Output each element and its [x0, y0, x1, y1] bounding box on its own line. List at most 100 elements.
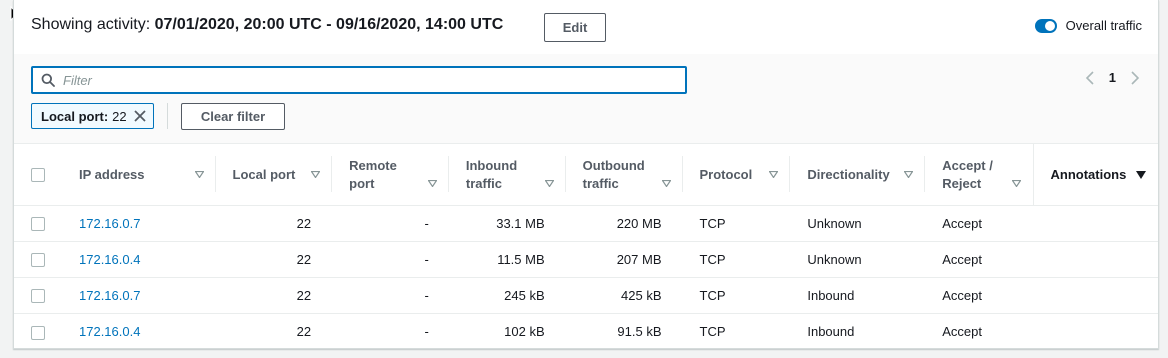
current-page-number[interactable]: 1 [1109, 70, 1116, 85]
column-header-ip[interactable]: IP address [62, 144, 216, 206]
column-label: Accept / Reject [942, 157, 993, 191]
column-header-outbound[interactable]: Outbound traffic [565, 144, 683, 206]
ip-link[interactable]: 172.16.0.7 [79, 288, 140, 303]
ip-link[interactable]: 172.16.0.4 [79, 252, 140, 267]
column-header-remote-port[interactable]: Remote port [332, 144, 449, 206]
activity-prefix: Showing activity: [31, 16, 155, 33]
ip-cell: 172.16.0.4 [62, 241, 216, 278]
protocol-cell: TCP [699, 324, 726, 340]
row-checkbox[interactable] [31, 289, 45, 304]
select-all-checkbox[interactable] [31, 168, 45, 183]
column-header-local-port[interactable]: Local port [215, 144, 333, 206]
token-key: Local port: [41, 108, 109, 124]
remote-port-cell: - [332, 277, 449, 314]
table-body: 172.16.0.7 22 - 33.1 MB 220 MB TCP Unkno… [14, 205, 1158, 350]
filter-input[interactable] [63, 72, 685, 88]
clear-filter-button[interactable]: Clear filter [181, 103, 285, 130]
local-port-cell: 22 [296, 324, 312, 340]
pagination: 1 [1085, 70, 1140, 85]
column-label: Annotations [1050, 166, 1127, 182]
activity-range-text: Showing activity: 07/01/2020, 20:00 UTC … [31, 16, 503, 34]
toggle-switch[interactable] [1034, 18, 1057, 33]
column-label: Local port [232, 166, 296, 182]
close-icon[interactable] [133, 109, 147, 123]
direction-cell: Inbound [807, 324, 855, 340]
activity-panel: Showing activity: 07/01/2020, 20:00 UTC … [13, 0, 1159, 349]
table-row: 172.16.0.4 22 - 102 kB 91.5 kB TCP Inbou… [14, 314, 1158, 350]
outbound-cell: 220 MB [565, 205, 683, 242]
table-header-row: IP address Local port Remote port Inboun… [14, 144, 1158, 206]
local-port-cell: 22 [215, 241, 333, 278]
inbound-cell: 102 kB [504, 324, 545, 340]
toggle-label: Overall traffic [1065, 18, 1142, 33]
row-checkbox[interactable] [31, 217, 45, 232]
direction-cell: Unknown [790, 205, 926, 242]
column-label: Inbound traffic [465, 157, 518, 191]
table-row: 172.16.0.7 22 - 245 kB 425 kB TCP Inboun… [14, 277, 1158, 314]
row-select-cell [14, 314, 62, 350]
accept-cell: Accept [925, 205, 1034, 242]
row-select-cell [14, 277, 62, 314]
toggle-knob [1044, 20, 1055, 31]
sort-icon [311, 171, 321, 178]
sort-icon [1011, 180, 1021, 187]
accept-cell: Accept [925, 241, 1034, 278]
column-label: Remote port [349, 157, 397, 191]
column-header-accept-reject[interactable]: Accept / Reject [925, 144, 1034, 206]
overall-traffic-toggle[interactable]: Overall traffic [1034, 18, 1142, 33]
edit-range-button[interactable]: Edit [544, 13, 606, 42]
protocol-cell: TCP [682, 277, 791, 314]
column-header-annotations[interactable]: Annotations [1032, 144, 1158, 206]
ip-cell: 172.16.0.7 [62, 205, 216, 242]
accept-cell: Accept [942, 324, 982, 340]
ip-cell: 172.16.0.7 [62, 277, 216, 314]
row-checkbox[interactable] [31, 253, 45, 268]
sort-icon [544, 180, 554, 187]
row-checkbox[interactable] [31, 325, 45, 340]
ip-cell: 172.16.0.4 [62, 314, 216, 350]
traffic-table: IP address Local port Remote port Inboun… [14, 144, 1158, 350]
remote-port-cell: - [332, 241, 449, 278]
outbound-cell: 207 MB [565, 241, 683, 278]
column-label: IP address [79, 166, 145, 182]
table-row: 172.16.0.7 22 - 33.1 MB 220 MB TCP Unkno… [14, 205, 1158, 242]
local-port-cell: 22 [215, 277, 333, 314]
sort-icon [427, 180, 437, 187]
activity-range: 07/01/2020, 20:00 UTC - 09/16/2020, 14:0… [154, 16, 504, 33]
protocol-cell: TCP [682, 205, 791, 242]
annotations-cell [1033, 241, 1158, 278]
ip-link[interactable]: 172.16.0.7 [79, 216, 140, 231]
annotations-cell [1033, 205, 1158, 242]
inbound-cell: 11.5 MB [448, 241, 566, 278]
sort-icon [194, 171, 204, 178]
search-icon [41, 73, 55, 87]
protocol-cell: TCP [682, 241, 791, 278]
annotations-cell [1033, 277, 1158, 314]
panel-header: Showing activity: 07/01/2020, 20:00 UTC … [14, 0, 1158, 54]
caret-down-icon [1136, 170, 1146, 179]
select-all-cell [14, 144, 62, 206]
column-header-directionality[interactable]: Directionality [790, 144, 926, 206]
sort-icon [904, 171, 914, 178]
remote-port-cell: - [424, 324, 429, 340]
local-port-cell: 22 [215, 205, 333, 242]
table-row: 172.16.0.4 22 - 11.5 MB 207 MB TCP Unkno… [14, 241, 1158, 278]
column-header-protocol[interactable]: Protocol [682, 144, 791, 206]
filter-token: Local port: 22 [31, 103, 154, 129]
remote-port-cell: - [332, 205, 449, 242]
direction-cell: Inbound [790, 277, 926, 314]
ip-link[interactable]: 172.16.0.4 [79, 324, 140, 339]
column-label: Outbound traffic [582, 157, 645, 191]
column-header-inbound[interactable]: Inbound traffic [448, 144, 566, 206]
row-select-cell [14, 205, 62, 242]
annotations-cell [1033, 314, 1158, 350]
filter-area: 1 Local port: 22 Clear filter [14, 54, 1158, 144]
token-value: 22 [112, 108, 127, 124]
previous-page-icon[interactable] [1085, 70, 1095, 85]
column-label: Directionality [807, 166, 890, 182]
filter-divider [167, 103, 168, 129]
accept-cell: Accept [925, 277, 1034, 314]
next-page-icon[interactable] [1130, 70, 1140, 85]
filter-field[interactable] [31, 66, 687, 94]
inbound-cell: 245 kB [448, 277, 566, 314]
